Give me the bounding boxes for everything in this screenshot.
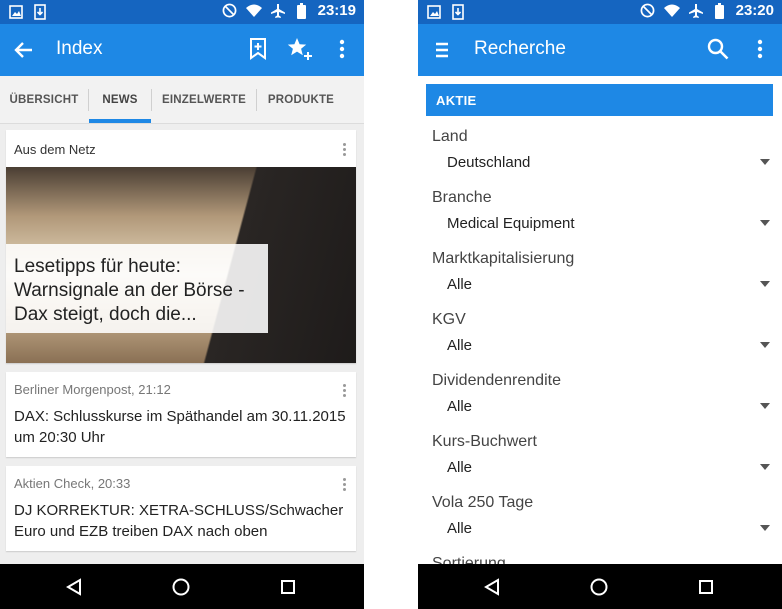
field-value: Alle	[447, 337, 473, 354]
dropdown-arrow-icon	[760, 464, 770, 470]
search-icon[interactable]	[704, 34, 732, 64]
filter-vola-250-tage[interactable]: Vola 250 Tage Alle	[432, 494, 770, 554]
card-source: Berliner Morgenpost, 21:12	[14, 382, 171, 397]
battery-icon	[712, 2, 728, 19]
dropdown-arrow-icon	[760, 403, 770, 409]
filter-sortierung[interactable]: Sortierung	[432, 555, 770, 564]
tab-uebersicht[interactable]: ÜBERSICHT	[0, 76, 88, 123]
card-hero-image: Lesetipps für heute: Warnsignale an der …	[6, 167, 356, 363]
wifi-icon	[663, 3, 680, 19]
field-value: Alle	[447, 459, 473, 476]
status-bar: 23:20	[418, 0, 782, 24]
left-screen: 23:19 Index ÜBERSICHT NEWS EINZELWERTE P…	[0, 0, 364, 609]
field-label: Sortierung	[432, 555, 506, 564]
hero-caption-box: Lesetipps für heute: Warnsignale an der …	[6, 244, 268, 333]
news-list: Aus dem Netz Lesetipps für heute: Warnsi…	[0, 124, 364, 564]
status-bar: 23:19	[0, 0, 364, 24]
card-headline: DAX: Schlusskurse im Späthandel am 30.11…	[14, 408, 346, 446]
download-icon	[450, 4, 466, 20]
filter-dividendenrendite[interactable]: Dividendenrendite Alle	[432, 372, 770, 432]
system-nav-bar	[418, 564, 782, 609]
section-title: AKTIE	[436, 93, 477, 108]
home-icon[interactable]	[587, 575, 611, 599]
filter-marktkapitalisierung[interactable]: Marktkapitalisierung Alle	[432, 250, 770, 310]
card-headline: Lesetipps für heute: Warnsignale an der …	[14, 256, 245, 325]
star-add-icon[interactable]	[286, 34, 314, 64]
dropdown-arrow-icon	[760, 159, 770, 165]
field-value: Alle	[447, 398, 473, 415]
card-source: Aus dem Netz	[14, 142, 96, 157]
tab-einzelwerte[interactable]: EINZELWERTE	[152, 76, 256, 123]
back-icon[interactable]	[62, 575, 86, 599]
field-value: Alle	[447, 276, 473, 293]
field-value: Alle	[447, 520, 473, 537]
bookmark-add-icon[interactable]	[244, 34, 272, 64]
card-headline: DJ KORREKTUR: XETRA-SCHLUSS/Schwacher Eu…	[14, 502, 344, 540]
app-bar: Index	[0, 24, 364, 76]
field-label: Vola 250 Tage	[432, 494, 534, 511]
news-card[interactable]: Aktien Check, 20:33 DJ KORREKTUR: XETRA-…	[6, 466, 356, 551]
filter-kurs-buchwert[interactable]: Kurs-Buchwert Alle	[432, 433, 770, 493]
page-title: Recherche	[474, 38, 566, 59]
card-menu-icon[interactable]	[338, 381, 350, 399]
recents-icon[interactable]	[694, 575, 718, 599]
back-arrow-icon[interactable]	[10, 36, 38, 64]
download-icon	[32, 4, 48, 20]
field-value: Medical Equipment	[447, 215, 575, 232]
right-screen: 23:20 Recherche AKTIE Land Deutschland B…	[418, 0, 782, 609]
airplane-icon	[270, 3, 286, 19]
blocked-icon	[222, 3, 238, 19]
dropdown-arrow-icon	[760, 220, 770, 226]
image-icon	[426, 4, 442, 20]
menu-icon[interactable]	[428, 36, 456, 64]
wifi-icon	[245, 3, 262, 19]
section-header: AKTIE	[426, 84, 773, 116]
card-menu-icon[interactable]	[338, 475, 350, 493]
home-icon[interactable]	[169, 575, 193, 599]
image-icon	[8, 4, 24, 20]
dropdown-arrow-icon	[760, 281, 770, 287]
news-card[interactable]: Berliner Morgenpost, 21:12 DAX: Schlussk…	[6, 372, 356, 457]
field-label: Marktkapitalisierung	[432, 250, 575, 267]
card-source: Aktien Check, 20:33	[14, 476, 131, 491]
back-icon[interactable]	[480, 575, 504, 599]
clock: 23:20	[735, 2, 774, 19]
filter-land[interactable]: Land Deutschland	[432, 128, 770, 188]
tab-bar: ÜBERSICHT NEWS EINZELWERTE PRODUKTE	[0, 76, 364, 124]
battery-icon	[294, 2, 310, 19]
field-label: Land	[432, 128, 468, 145]
system-nav-bar	[0, 564, 364, 609]
tab-produkte[interactable]: PRODUKTE	[257, 76, 345, 123]
field-value: Deutschland	[447, 154, 531, 171]
tab-news[interactable]: NEWS	[89, 76, 151, 123]
field-label: Branche	[432, 189, 492, 206]
dropdown-arrow-icon	[760, 525, 770, 531]
blocked-icon	[640, 3, 656, 19]
field-label: Dividendenrendite	[432, 372, 561, 389]
filter-branche[interactable]: Branche Medical Equipment	[432, 189, 770, 249]
news-card-featured[interactable]: Aus dem Netz Lesetipps für heute: Warnsi…	[6, 130, 356, 363]
dropdown-arrow-icon	[760, 342, 770, 348]
filter-form: Land Deutschland Branche Medical Equipme…	[418, 116, 782, 564]
card-menu-icon[interactable]	[338, 140, 350, 158]
airplane-icon	[688, 3, 704, 19]
page-title: Index	[56, 38, 103, 59]
app-bar: Recherche	[418, 24, 782, 76]
field-label: KGV	[432, 311, 466, 328]
field-label: Kurs-Buchwert	[432, 433, 537, 450]
clock: 23:19	[317, 2, 356, 19]
overflow-menu-icon[interactable]	[746, 34, 774, 64]
filter-kgv[interactable]: KGV Alle	[432, 311, 770, 371]
overflow-menu-icon[interactable]	[328, 34, 356, 64]
recents-icon[interactable]	[276, 575, 300, 599]
